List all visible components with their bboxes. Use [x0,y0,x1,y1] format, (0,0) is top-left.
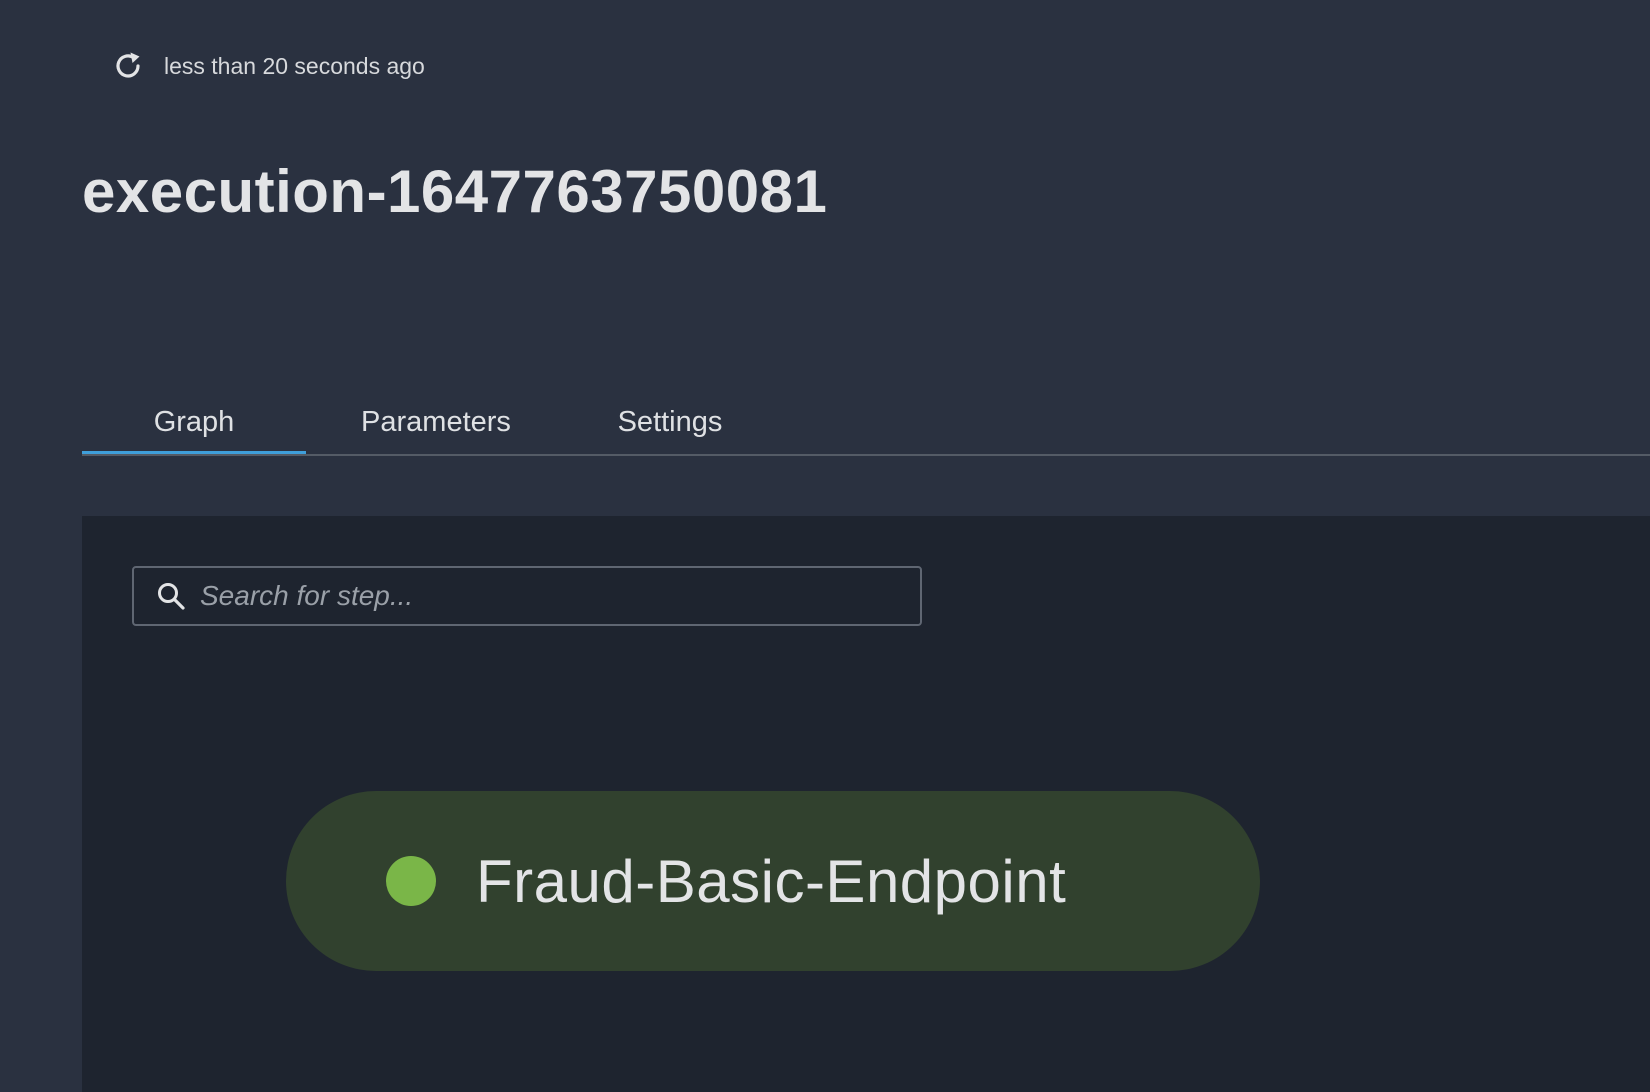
pipeline-execution-page: less than 20 seconds ago execution-16477… [0,0,1650,1092]
search-icon [154,579,188,613]
refresh-button[interactable] [108,46,148,86]
step-node-fraud-basic-endpoint[interactable]: Fraud-Basic-Endpoint [286,791,1260,971]
page-title: execution-1647763750081 [82,158,828,225]
step-label: Fraud-Basic-Endpoint [476,847,1067,915]
refresh-row: less than 20 seconds ago [108,46,425,86]
last-updated-text: less than 20 seconds ago [164,52,425,79]
refresh-icon [116,52,140,78]
tab-bar: Graph Parameters Settings [82,392,1650,456]
tab-graph[interactable]: Graph [82,392,306,454]
step-search-box [132,566,922,626]
tab-settings[interactable]: Settings [586,392,754,452]
tab-parameters[interactable]: Parameters [306,392,566,452]
status-dot [386,856,436,906]
graph-panel: Fraud-Basic-Endpoint [82,516,1650,1092]
step-search-input[interactable] [198,567,920,625]
